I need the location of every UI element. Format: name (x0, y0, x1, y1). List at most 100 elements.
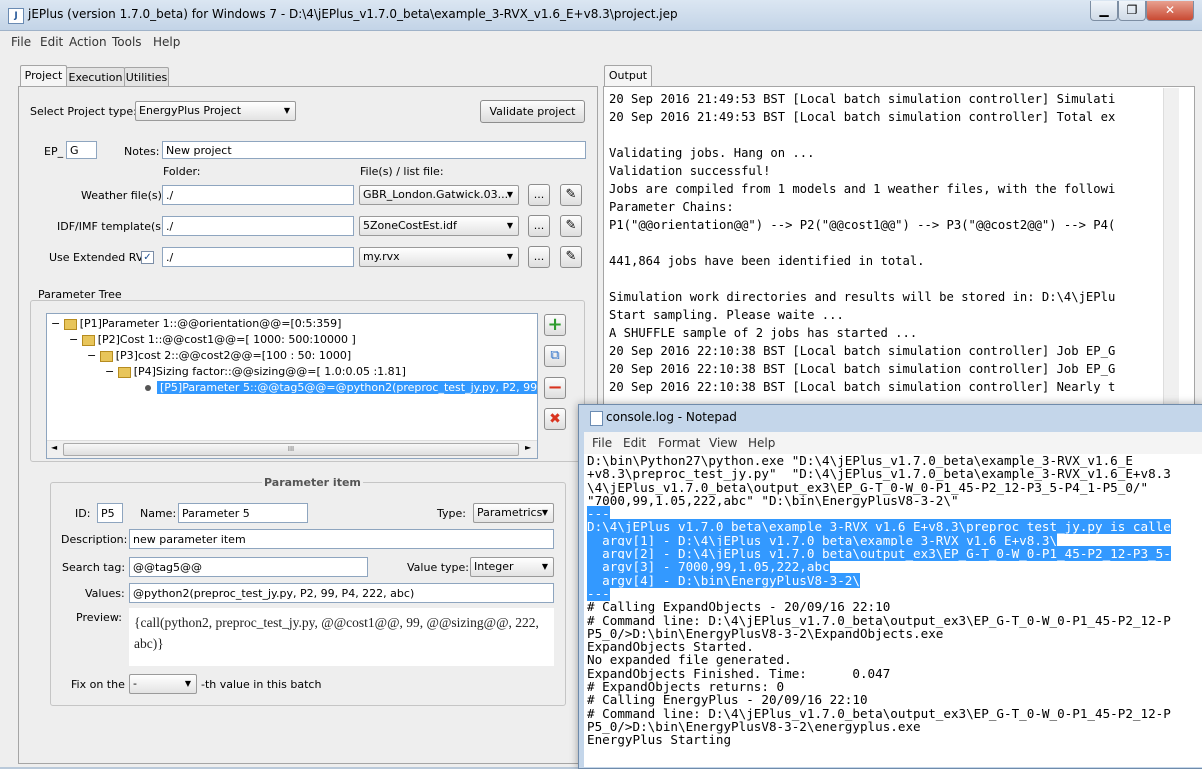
value-type-select[interactable]: Integer ▼ (470, 557, 554, 577)
notepad-menu-help[interactable]: Help (748, 436, 775, 450)
notepad-line: # Command line: D:\4\jEPlus_v1.7.0_beta\… (587, 612, 1171, 628)
ep-prefix-label: EP_ (44, 145, 64, 158)
notepad-line: --- (587, 506, 610, 522)
fix-value: - (133, 677, 137, 690)
menu-tools[interactable]: Tools (112, 35, 142, 49)
menu-bar: File Edit Action Tools Help (0, 31, 1202, 53)
weather-browse-button[interactable]: ... (528, 184, 550, 206)
scroll-right-icon[interactable]: ► (525, 443, 531, 452)
project-type-label: Select Project type: (30, 105, 137, 118)
ep-prefix-field[interactable]: G (66, 141, 97, 159)
tab-output[interactable]: Output (604, 65, 652, 87)
add-parameter-button[interactable]: + (544, 314, 566, 336)
output-line: Parameter Chains: (609, 200, 734, 214)
idf-folder-field[interactable]: ./ (162, 216, 354, 236)
tree-row-p1[interactable]: − [P1]Parameter 1::@@orientation@@=[0:5:… (51, 316, 341, 332)
chevron-down-icon: ▼ (506, 221, 513, 230)
validate-project-button[interactable]: Validate project (480, 100, 585, 123)
id-label: ID: (75, 507, 91, 520)
notepad-title-bar[interactable]: console.log - Notepad (584, 406, 1202, 430)
parameter-tree[interactable]: − [P1]Parameter 1::@@orientation@@=[0:5:… (46, 313, 538, 459)
edit-icon: ✎ (565, 249, 577, 264)
menu-edit[interactable]: Edit (40, 35, 63, 49)
close-button[interactable]: ✕ (1146, 1, 1194, 21)
output-line: 20 Sep 2016 22:10:38 BST [Local batch si… (609, 362, 1116, 376)
idf-browse-button[interactable]: ... (528, 215, 550, 237)
title-bar[interactable]: J jEPlus (version 1.7.0_beta) for Window… (0, 0, 1202, 31)
description-field[interactable]: new parameter item (129, 529, 554, 549)
idf-file-select[interactable]: 5ZoneCostEst.idf ▼ (359, 216, 519, 236)
notepad-line: +v8.3\preproc_test_jy.py" "D:\4\jEPlus_v… (587, 466, 1171, 482)
description-label: Description: (61, 533, 128, 546)
menu-file[interactable]: File (11, 35, 31, 49)
weather-file-select[interactable]: GBR_London.Gatwick.03... ▼ (359, 185, 519, 205)
tree-row-p5[interactable]: [P5]Parameter 5::@@tag5@@=@python2(prepr… (145, 380, 537, 396)
notepad-line: ExpandObjects Started. (587, 639, 754, 655)
notepad-menu-view[interactable]: View (709, 436, 737, 450)
collapse-icon[interactable]: − (51, 317, 60, 330)
tree-row-p3[interactable]: − [P3]cost 2::@@cost2@@=[100 : 50: 1000] (87, 348, 351, 364)
notepad-menu-bar: File Edit Format View Help (584, 432, 1202, 454)
tree-scroll-thumb[interactable]: III (63, 443, 519, 456)
delete-parameter-button[interactable]: ✖ (544, 408, 566, 430)
name-field[interactable]: Parameter 5 (178, 503, 308, 523)
search-tag-field[interactable]: @@tag5@@ (129, 557, 368, 577)
tab-utilities[interactable]: Utilities (124, 67, 169, 88)
idf-edit-button[interactable]: ✎ (560, 215, 582, 237)
value-type-label: Value type: (407, 561, 469, 574)
param-type-select[interactable]: Parametrics ▼ (473, 503, 554, 523)
collapse-icon[interactable]: − (69, 333, 78, 346)
chevron-down-icon: ▼ (541, 562, 548, 571)
tree-row-p4[interactable]: − [P4]Sizing factor::@@sizing@@=[ 1.0:0.… (105, 364, 406, 380)
notepad-menu-edit[interactable]: Edit (623, 436, 646, 450)
menu-action[interactable]: Action (69, 35, 107, 49)
tree-row-label: [P2]Cost 1::@@cost1@@=[ 1000: 500:10000 … (97, 333, 356, 346)
maximize-button[interactable]: ❐ (1118, 1, 1146, 21)
project-type-select[interactable]: EnergyPlus Project ▼ (135, 101, 296, 121)
rvi-file-select[interactable]: my.rvx ▼ (359, 247, 519, 267)
copy-parameter-button[interactable]: ⧉ (544, 345, 566, 367)
remove-parameter-button[interactable]: − (544, 377, 566, 399)
idf-label: IDF/IMF template(s): (57, 220, 169, 233)
scroll-left-icon[interactable]: ◄ (51, 443, 57, 452)
tab-execution[interactable]: Execution (66, 67, 125, 88)
weather-folder-field[interactable]: ./ (162, 185, 354, 205)
edit-icon: ✎ (565, 218, 577, 233)
rvi-browse-button[interactable]: ... (528, 246, 550, 268)
menu-help[interactable]: Help (153, 35, 180, 49)
notepad-menu-file[interactable]: File (592, 436, 612, 450)
weather-edit-button[interactable]: ✎ (560, 184, 582, 206)
minimize-button[interactable]: ▁ (1090, 1, 1118, 21)
rvi-edit-button[interactable]: ✎ (560, 246, 582, 268)
notepad-line: # Command line: D:\4\jEPlus_v1.7.0_beta\… (587, 705, 1171, 721)
output-scrollbar[interactable] (1163, 88, 1179, 406)
output-line: 20 Sep 2016 21:49:53 BST [Local batch si… (609, 110, 1116, 124)
notepad-menu-format[interactable]: Format (658, 436, 700, 450)
notepad-line: ExpandObjects Finished. Time: 0.047 (587, 665, 891, 681)
weather-file-value: GBR_London.Gatwick.03... (363, 188, 509, 201)
rvi-checkbox[interactable]: ✓ (141, 251, 154, 264)
tree-hscrollbar[interactable]: ◄ III ► (47, 440, 537, 458)
fix-label: Fix on the (71, 678, 125, 691)
fix-select[interactable]: - ▼ (129, 674, 197, 694)
folder-icon (81, 334, 95, 346)
tree-row-p2[interactable]: − [P2]Cost 1::@@cost1@@=[ 1000: 500:1000… (69, 332, 356, 348)
id-field[interactable]: P5 (97, 503, 123, 523)
values-field[interactable]: @python2(preproc_test_jy.py, P2, 99, P4,… (129, 583, 554, 603)
notes-field[interactable]: New project (162, 141, 586, 159)
tree-row-label: [P1]Parameter 1::@@orientation@@=[0:5:35… (79, 317, 342, 330)
notepad-line: D:\bin\Python27\python.exe "D:\4\jEPlus_… (587, 454, 1133, 468)
tab-project[interactable]: Project (20, 65, 67, 87)
output-line: Start sampling. Please waite ... (609, 308, 844, 322)
rvi-folder-field[interactable]: ./ (162, 247, 354, 267)
collapse-icon[interactable]: − (105, 365, 114, 378)
notes-label: Notes: (124, 145, 160, 158)
notepad-text-area[interactable]: D:\bin\Python27\python.exe "D:\4\jEPlus_… (584, 454, 1202, 767)
param-type-value: Parametrics (477, 506, 543, 519)
collapse-icon[interactable]: − (87, 349, 96, 362)
notepad-line: EnergyPlus Starting (587, 732, 732, 748)
folder-icon (63, 318, 77, 330)
